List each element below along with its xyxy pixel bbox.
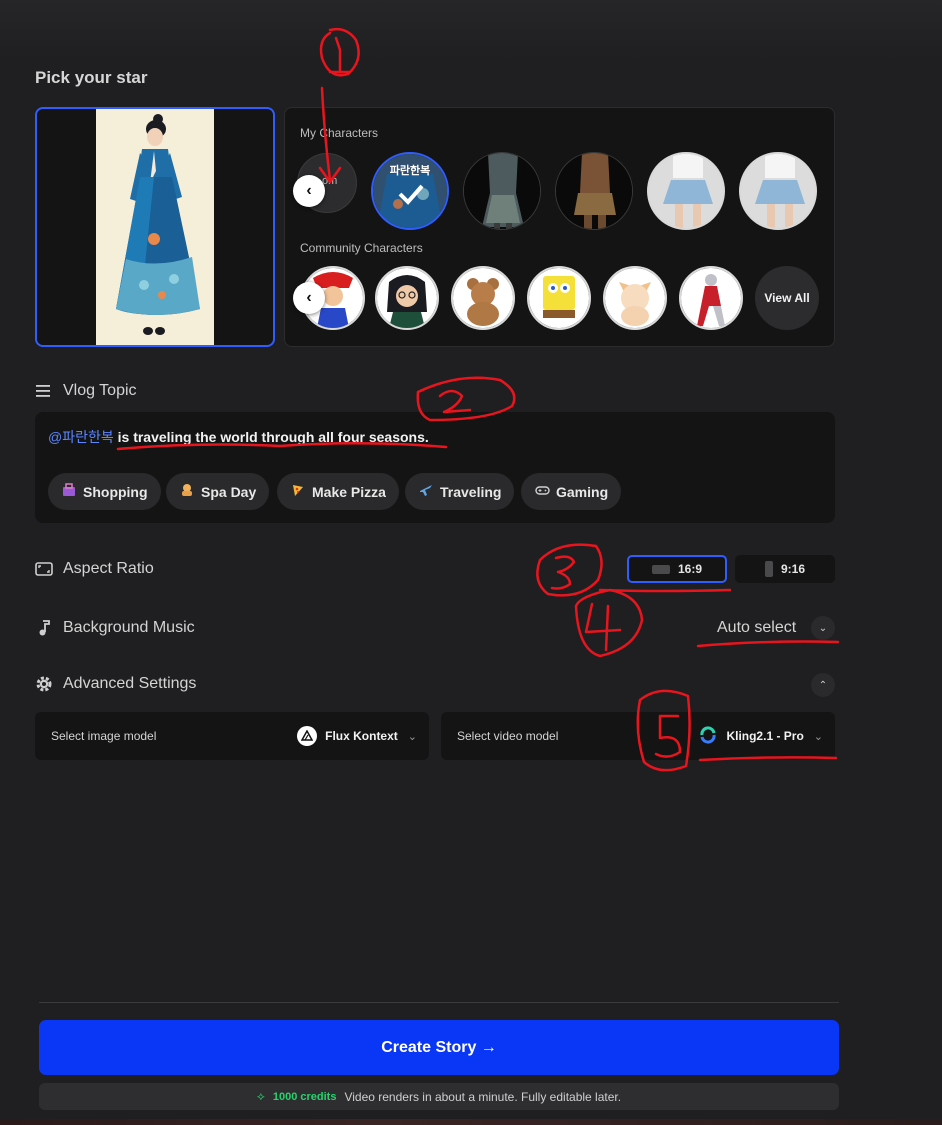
topic-chip-gaming[interactable]: Gaming	[521, 473, 622, 510]
aspect-16-9-button[interactable]: 16:9	[627, 555, 727, 583]
chevron-left-icon: ‹	[306, 289, 312, 306]
selected-avatar-caption: 파란한복	[389, 165, 431, 177]
advanced-collapse-button[interactable]: ⌃	[811, 673, 835, 697]
background-music-select[interactable]: Auto select	[717, 619, 796, 637]
image-model-select[interactable]: Select image model Flux Kontext ⌄	[35, 712, 429, 760]
gamepad-icon	[534, 484, 550, 499]
flux-logo-icon	[297, 726, 318, 746]
community-characters-prev-button[interactable]: ‹	[293, 282, 325, 314]
aspect-option-label: 9:16	[780, 562, 806, 576]
image-model-value: Flux Kontext	[325, 729, 398, 743]
chevron-down-icon: ⌄	[818, 622, 828, 634]
community-character-avatar[interactable]	[375, 266, 439, 330]
topic-chip-shopping[interactable]: Shopping	[48, 473, 161, 510]
topic-chip-spa-day[interactable]: Spa Day	[166, 473, 270, 510]
topic-chip-label: Shopping	[83, 483, 148, 500]
image-model-label: Select image model	[51, 729, 157, 743]
portrait-rect-icon	[764, 561, 773, 577]
airplane-icon	[418, 483, 434, 500]
video-model-label: Select video model	[457, 729, 559, 743]
create-story-button[interactable]: Create Story →	[39, 1020, 839, 1075]
music-dropdown-button[interactable]: ⌄	[811, 616, 835, 640]
topic-chip-label: Gaming	[556, 483, 609, 500]
music-note-icon	[39, 620, 50, 636]
credits-count: 1000 credits	[272, 1090, 337, 1103]
pick-star-title: Pick your star	[35, 68, 148, 87]
character-preview-image	[96, 109, 214, 345]
aspect-9-16-button[interactable]: 9:16	[735, 555, 835, 583]
topic-chip-label: Make Pizza	[312, 483, 386, 500]
my-characters-label: My Characters	[300, 126, 379, 140]
annotation-underline-music	[696, 640, 840, 648]
community-character-avatar[interactable]	[603, 266, 667, 330]
my-character-avatar[interactable]	[739, 152, 817, 230]
character-mention: @파란한복	[48, 429, 114, 445]
bottom-edge	[0, 1119, 942, 1125]
community-character-avatar[interactable]	[527, 266, 591, 330]
chevron-down-icon: ⌄	[407, 730, 417, 743]
top-gradient	[0, 0, 942, 60]
my-characters-prev-button[interactable]: ‹	[293, 175, 325, 207]
gear-icon	[36, 676, 52, 692]
chevron-left-icon: ‹	[306, 182, 312, 199]
aspect-ratio-icon	[35, 562, 53, 576]
topic-chip-label: Spa Day	[201, 483, 257, 500]
annotation-number-4	[574, 588, 644, 658]
my-character-avatar[interactable]	[647, 152, 725, 230]
characters-panel: My Characters om ‹ 파란한복 Community Charac…	[284, 107, 835, 347]
advanced-settings-header[interactable]: Advanced Settings	[35, 675, 196, 693]
chevron-down-icon: ⌄	[813, 730, 823, 743]
kling-logo-icon	[698, 725, 718, 748]
advanced-settings-title: Advanced Settings	[63, 675, 197, 692]
background-music-header: Background Music	[35, 619, 195, 637]
chevron-up-icon: ⌃	[818, 679, 828, 691]
my-character-avatar[interactable]	[463, 152, 541, 230]
view-all-button[interactable]: View All	[755, 266, 819, 330]
community-character-avatar[interactable]	[451, 266, 515, 330]
menu-lines-icon	[36, 385, 50, 397]
annotation-underline-aspect	[598, 588, 732, 593]
video-model-select[interactable]: Select video model Kling2.1 - Pro ⌄	[441, 712, 835, 760]
partial-avatar-label: om	[322, 175, 338, 187]
topic-chip-make-pizza[interactable]: Make Pizza	[277, 473, 399, 510]
my-character-avatar[interactable]	[555, 152, 633, 230]
aspect-option-label: 16:9	[677, 562, 703, 576]
vlog-topic-header: Vlog Topic	[35, 382, 137, 400]
footer-divider	[39, 1002, 839, 1003]
spa-icon	[179, 483, 195, 500]
vlog-topic-text: is traveling the world through all four …	[117, 429, 429, 445]
selected-character-preview[interactable]	[35, 107, 275, 347]
credits-diamond-icon: ⟡	[256, 1089, 265, 1103]
topic-chip-label: Traveling	[440, 483, 502, 500]
community-characters-label: Community Characters	[300, 241, 423, 255]
annotation-number-3	[536, 543, 603, 597]
topic-chip-traveling[interactable]: Traveling	[405, 473, 515, 510]
credits-bar: ⟡ 1000 credits Video renders in about a …	[39, 1083, 839, 1110]
vlog-topic-box[interactable]: @파란한복 is traveling the world through all…	[35, 412, 835, 523]
video-model-value: Kling2.1 - Pro	[726, 729, 804, 743]
background-music-title: Background Music	[63, 619, 195, 636]
render-note: Video renders in about a minute. Fully e…	[344, 1089, 622, 1104]
shopping-icon	[61, 483, 77, 500]
pizza-icon	[290, 483, 306, 500]
aspect-ratio-title: Aspect Ratio	[63, 560, 154, 577]
community-character-avatar[interactable]	[679, 266, 743, 330]
landscape-rect-icon	[651, 564, 670, 574]
aspect-ratio-header: Aspect Ratio	[35, 560, 154, 578]
vlog-topic-title: Vlog Topic	[63, 382, 137, 399]
my-character-avatar-selected[interactable]: 파란한복	[371, 152, 449, 230]
vlog-topic-input[interactable]: @파란한복 is traveling the world through all…	[48, 427, 429, 447]
